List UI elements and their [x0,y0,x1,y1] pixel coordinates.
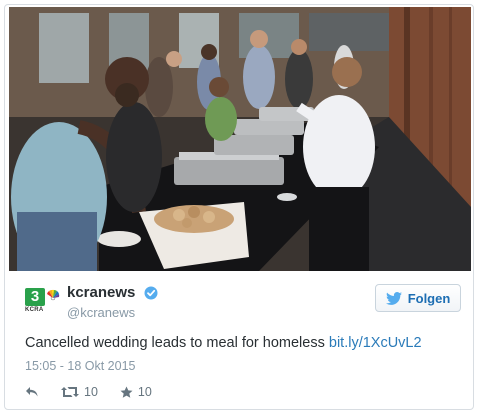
twitter-bird-icon [385,291,402,305]
retweet-button[interactable]: 10 [61,385,98,399]
tweet-actions: 10 10 [25,383,174,401]
embedded-tweet-card: 3 KCRA kcranews @kcranews Folgen Cancell… [4,4,474,410]
retweet-icon [61,387,79,397]
like-count: 10 [137,385,152,399]
account-handle[interactable]: @kcranews [67,305,158,320]
tweet-header: 3 KCRA kcranews @kcranews Folgen [23,282,463,324]
tweet-timestamp[interactable]: 15:05 - 18 Okt 2015 [25,359,136,373]
buffet-line-photo [9,7,471,271]
verified-badge-icon [144,286,158,300]
tweet-text: Cancelled wedding leads to meal for home… [25,335,422,351]
tweet-link[interactable]: bit.ly/1XcUvL2 [329,335,422,351]
retweet-count: 10 [84,385,98,399]
reply-icon [26,387,38,397]
kcra-logo[interactable]: 3 KCRA [23,288,60,314]
logo-call-sign: KCRA [25,307,44,313]
follow-button[interactable]: Folgen [375,284,461,312]
account-names[interactable]: kcranews @kcranews [67,284,158,320]
logo-channel-number: 3 [25,288,45,306]
reply-button[interactable] [25,386,39,398]
follow-button-label: Folgen [407,290,451,306]
tweet-photo[interactable] [9,7,471,271]
display-name[interactable]: kcranews [67,284,135,301]
nbc-peacock-icon [47,289,60,301]
star-icon [120,386,133,398]
tweet-body: Cancelled wedding leads to meal for home… [25,335,325,351]
like-button[interactable]: 10 [120,385,152,399]
